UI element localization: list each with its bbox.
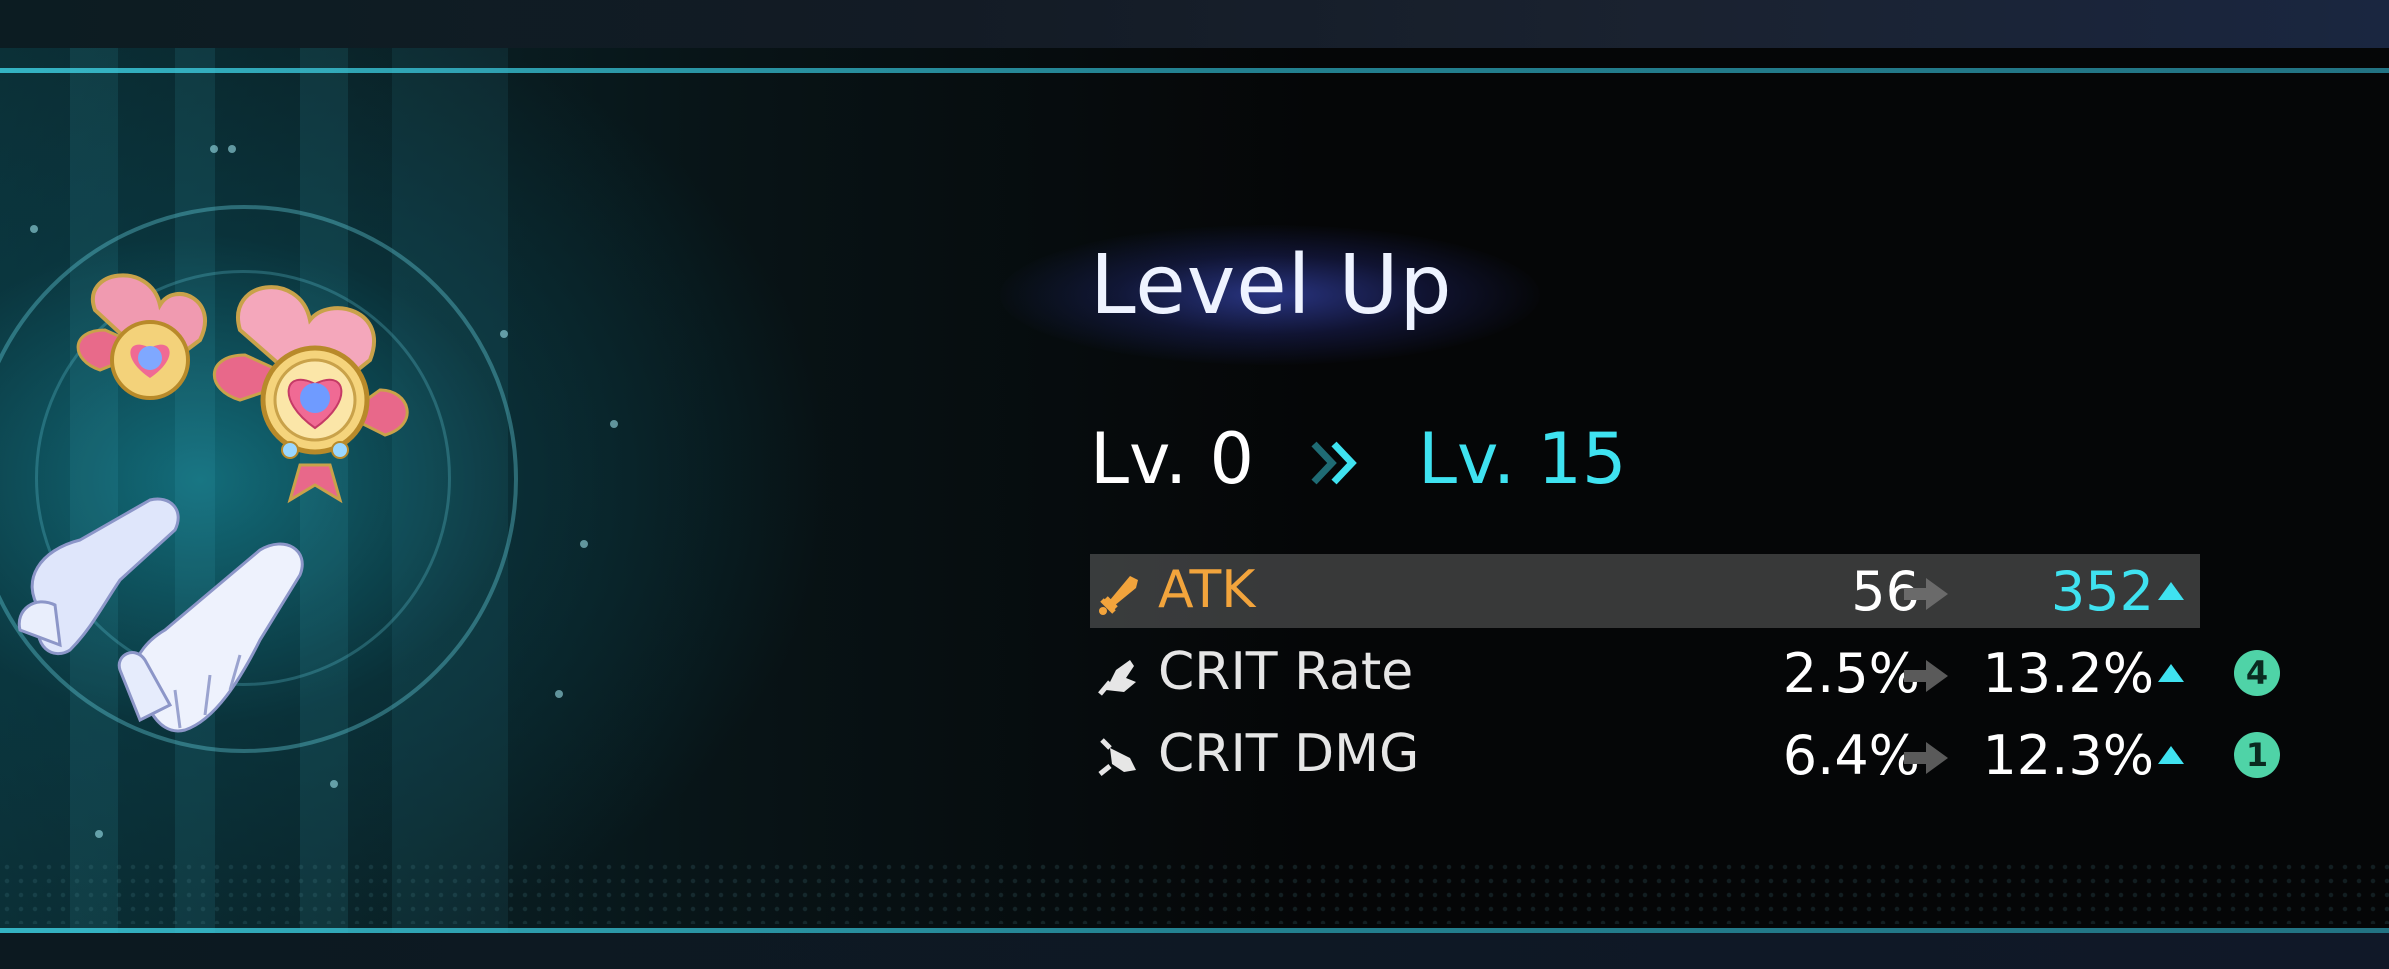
stat-label: CRIT DMG [1158, 724, 1420, 784]
sparkle [330, 780, 338, 788]
arrow-right-icon [1904, 742, 1948, 774]
arrow-right-icon [1904, 578, 1948, 610]
stat-label: CRIT Rate [1158, 642, 1414, 702]
top-bar [0, 0, 2389, 48]
bottom-bar [0, 933, 2389, 969]
page-title: Level Up [1090, 238, 1453, 333]
stat-label: ATK [1158, 560, 1256, 620]
stat-row-crit-dmg: CRIT DMG 6.4% 12.3% 1 [1090, 718, 2280, 792]
sparkle [30, 225, 38, 233]
sparkle [580, 540, 588, 548]
increase-triangle-icon [2158, 746, 2184, 764]
stat-row-atk: ATK 56 352 [1090, 554, 2200, 628]
level-up-screen: Level Up Lv. 0 Lv. 15 ATK 56 352 CRIT Ra… [0, 0, 2389, 969]
gloves-relic-icon [17, 273, 409, 733]
stat-new-value: 352 [2050, 560, 2154, 623]
stat-new-value: 12.3% [1982, 724, 2154, 787]
crit-rate-icon [1098, 660, 1136, 696]
sparkle [228, 145, 236, 153]
sword-icon [1099, 576, 1138, 615]
stat-new-value: 13.2% [1982, 642, 2154, 705]
dot-pattern [0, 860, 2389, 924]
double-chevron-icon [1311, 441, 1357, 485]
top-divider [0, 68, 2389, 73]
upgrade-count-badge: 1 [2234, 732, 2280, 778]
sparkle [210, 145, 218, 153]
stat-old-value: 6.4% [1782, 724, 1920, 787]
sparkle [95, 830, 103, 838]
level-to: Lv. 15 [1418, 418, 1627, 500]
increase-triangle-icon [2158, 582, 2184, 600]
upgrade-count-badge: 4 [2234, 650, 2280, 696]
sparkle [555, 690, 563, 698]
sparkle [500, 330, 508, 338]
sparkle [610, 420, 618, 428]
increase-triangle-icon [2158, 664, 2184, 682]
crit-dmg-icon [1098, 738, 1136, 776]
stat-old-value: 2.5% [1782, 642, 1920, 705]
arrow-right-icon [1904, 660, 1948, 692]
level-from: Lv. 0 [1090, 418, 1255, 500]
stat-row-crit-rate: CRIT Rate 2.5% 13.2% 4 [1090, 636, 2280, 710]
